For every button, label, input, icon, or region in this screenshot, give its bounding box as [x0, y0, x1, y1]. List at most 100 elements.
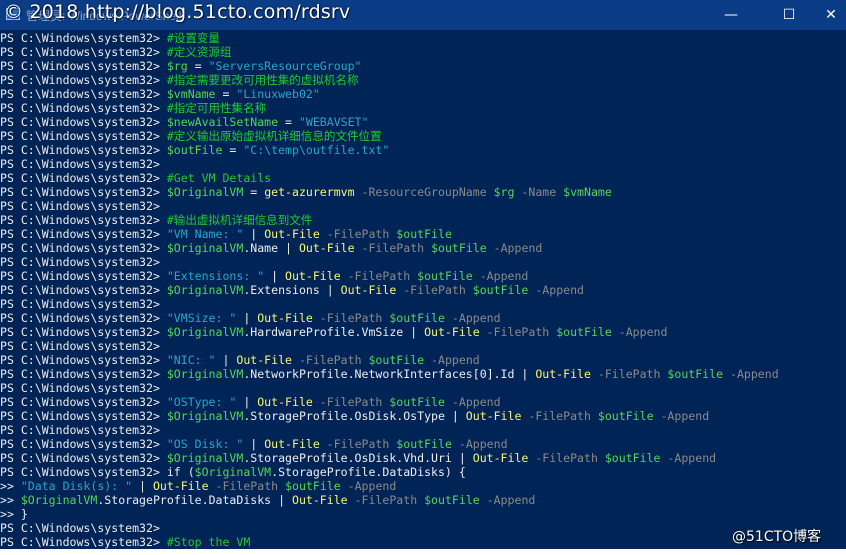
console-token: PS C:\Windows\system32>: [0, 395, 167, 409]
console-token: PS C:\Windows\system32>: [0, 409, 167, 423]
console-token: #定义资源组: [166, 45, 232, 59]
console-token: >>: [0, 479, 21, 493]
minimize-button[interactable]: —: [708, 0, 754, 30]
console-token: Out-File: [465, 409, 522, 423]
console-token: Out-File: [292, 493, 348, 507]
console-token: $newAvailSetName: [166, 115, 279, 129]
console-output[interactable]: PS C:\Windows\system32> #设置变量 PS C:\Windo…: [0, 31, 846, 549]
console-token: PS C:\Windows\system32>: [0, 143, 167, 157]
console-line: PS C:\Windows\system32> $OriginalVM = ge…: [0, 185, 612, 199]
console-token: "Extensions: ": [166, 269, 265, 283]
console-token: $rg: [166, 59, 188, 73]
watermark-blog: @51CTO博客: [732, 529, 822, 545]
console-token: |: [243, 437, 265, 451]
console-token: |: [132, 479, 153, 493]
console-token: |: [236, 395, 258, 409]
console-line: PS C:\Windows\system32> $OriginalVM.Hard…: [0, 325, 667, 339]
console-token: -FilePath: [292, 353, 369, 367]
console-token: Out-File: [285, 269, 341, 283]
console-line: >> $OriginalVM.StorageProfile.DataDisks …: [0, 493, 535, 507]
console-line: PS C:\Windows\system32>: [0, 381, 160, 395]
console-token: Out-File: [340, 283, 397, 297]
console-token: |: [236, 311, 258, 325]
console-token: =: [243, 185, 265, 199]
console-token: $OriginalVM: [166, 241, 244, 255]
console-token: PS C:\Windows\system32>: [0, 437, 167, 451]
console-line: PS C:\Windows\system32> $OriginalVM.Exte…: [0, 283, 584, 297]
console-line: PS C:\Windows\system32> $OriginalVM.Stor…: [0, 409, 709, 423]
console-token: =: [222, 143, 244, 157]
console-token: -Append: [723, 367, 779, 381]
console-token: #Stop the VM: [166, 535, 251, 549]
console-line: PS C:\Windows\system32> "OS Disk: " | Ou…: [0, 437, 508, 451]
console-line: >> "Data Disk(s): " | Out-File -FilePath…: [0, 479, 396, 493]
console-token: -Append: [528, 283, 585, 297]
console-line: PS C:\Windows\system32> #指定需要更改可用性集的虚拟机名…: [0, 73, 359, 87]
console-token: -Append: [340, 479, 397, 493]
console-token: |: [243, 227, 265, 241]
console-token: $OriginalVM: [166, 325, 244, 339]
console-token: $outFile: [396, 227, 452, 241]
console-token: PS C:\Windows\system32>: [0, 297, 160, 311]
console-token: .StorageProfile.DataDisks |: [97, 493, 292, 507]
console-line: PS C:\Windows\system32> if ($OriginalVM.…: [0, 465, 466, 479]
console-token: PS C:\Windows\system32>: [0, 227, 167, 241]
console-token: Out-File: [152, 479, 209, 493]
console-token: PS C:\Windows\system32>: [0, 199, 160, 213]
console-token: >>: [0, 493, 21, 507]
console-line: PS C:\Windows\system32> "OSType: " | Out…: [0, 395, 501, 409]
console-token: -FilePath: [319, 437, 397, 451]
console-token: .Name |: [243, 241, 299, 255]
console-token: PS C:\Windows\system32>: [0, 171, 167, 185]
console-line: PS C:\Windows\system32> #定义资源组: [0, 45, 232, 59]
console-token: $outFile: [604, 451, 661, 465]
console-token: "C:\temp\outfile.txt": [243, 143, 390, 157]
console-token: PS C:\Windows\system32>: [0, 59, 167, 73]
console-token: PS C:\Windows\system32>: [0, 213, 167, 227]
console-token: PS C:\Windows\system32>: [0, 311, 167, 325]
console-token: .NetworkProfile.NetworkInterfaces[0].Id …: [243, 367, 536, 381]
console-token: "OS Disk: ": [166, 437, 244, 451]
console-line: PS C:\Windows\system32>: [0, 199, 160, 213]
maximize-button[interactable]: ☐: [766, 0, 812, 30]
console-token: #设置变量: [166, 31, 220, 45]
console-token: -FilePath: [340, 269, 418, 283]
console-token: PS C:\Windows\system32>: [0, 367, 167, 381]
console-token: $OriginalVM: [20, 493, 98, 507]
console-token: #指定可用性集名称: [166, 101, 267, 115]
console-token: -FilePath: [590, 367, 668, 381]
console-token: PS C:\Windows\system32>: [0, 325, 167, 339]
console-token: Out-File: [535, 367, 591, 381]
console-token: -Append: [479, 493, 536, 507]
console-token: "Linuxweb02": [236, 87, 320, 101]
console-token: PS C:\Windows\system32>: [0, 129, 167, 143]
console-token: $outFile: [389, 395, 445, 409]
console-token: -Append: [660, 451, 717, 465]
console-token: PS C:\Windows\system32>: [0, 255, 160, 269]
console-token: PS C:\Windows\system32> if (: [0, 465, 195, 479]
close-button[interactable]: ✕: [808, 0, 846, 30]
powershell-window: 管理员: Windows PowerShell — ☐ ✕ PS C:\Wind…: [0, 0, 846, 549]
console-token: -FilePath: [354, 241, 432, 255]
console-line: PS C:\Windows\system32> $outFile = "C:\t…: [0, 143, 389, 157]
console-token: Out-File: [298, 241, 355, 255]
console-line: PS C:\Windows\system32> $OriginalVM.Name…: [0, 241, 542, 255]
console-token: $outFile: [667, 367, 724, 381]
console-line: PS C:\Windows\system32> #Get VM Details: [0, 171, 271, 185]
console-token: #Get VM Details: [166, 171, 272, 185]
console-line: PS C:\Windows\system32> $OriginalVM.Stor…: [0, 451, 716, 465]
console-token: -Append: [444, 311, 501, 325]
console-token: PS C:\Windows\system32>: [0, 353, 167, 367]
console-line: PS C:\Windows\system32> #设置变量: [0, 31, 220, 45]
console-token: $outFile: [389, 311, 445, 325]
console-token: -FilePath: [528, 451, 605, 465]
console-token: $outFile: [556, 325, 612, 339]
console-token: -FilePath: [479, 325, 557, 339]
console-token: $outFile: [597, 409, 654, 423]
console-token: $rg: [493, 185, 515, 199]
console-token: $OriginalVM: [166, 409, 244, 423]
console-line: PS C:\Windows\system32>: [0, 297, 160, 311]
console-token: PS C:\Windows\system32>: [0, 73, 167, 87]
console-token: Out-File: [264, 437, 320, 451]
console-token: PS C:\Windows\system32>: [0, 101, 167, 115]
